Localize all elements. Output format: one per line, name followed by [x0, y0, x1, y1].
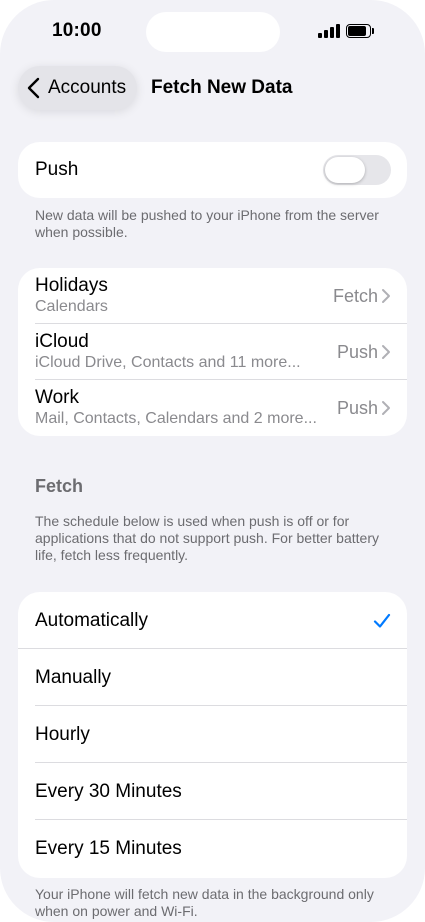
fetch-option-manually[interactable]: Manually	[18, 649, 407, 706]
toggle-knob	[325, 157, 365, 183]
account-row-holidays[interactable]: Holidays Calendars Fetch	[18, 268, 407, 324]
account-name: Work	[35, 387, 79, 408]
account-name: Holidays	[35, 275, 108, 296]
account-name: iCloud	[35, 331, 89, 352]
account-subtitle: Calendars	[35, 298, 108, 315]
push-label: Push	[35, 159, 79, 180]
fetch-option-label: Every 15 Minutes	[35, 837, 182, 859]
fetch-option-label: Every 30 Minutes	[35, 780, 182, 802]
fetch-footnote: Your iPhone will fetch new data in the b…	[35, 886, 374, 919]
chevron-right-icon	[382, 289, 390, 303]
fetch-options-card: Automatically Manually Hourly Every 30 M…	[18, 592, 407, 878]
push-card: Push	[18, 142, 407, 198]
account-fetch-value: Push	[336, 341, 378, 362]
fetch-option-every-15-minutes[interactable]: Every 15 Minutes	[18, 820, 407, 877]
chevron-left-icon	[27, 77, 40, 99]
chevron-right-icon	[382, 345, 390, 359]
cellular-signal-icon	[318, 24, 340, 38]
push-footnote: New data will be pushed to your iPhone f…	[35, 207, 379, 240]
account-row-work[interactable]: Work Mail, Contacts, Calendars and 2 mor…	[18, 380, 407, 436]
status-time: 10:00	[52, 20, 102, 41]
account-subtitle: Mail, Contacts, Calendars and 2 more...	[35, 410, 317, 427]
account-fetch-value: Push	[336, 397, 378, 418]
fetch-option-every-30-minutes[interactable]: Every 30 Minutes	[18, 763, 407, 820]
fetch-option-label: Hourly	[35, 723, 90, 745]
push-toggle[interactable]	[323, 155, 391, 185]
fetch-option-automatically[interactable]: Automatically	[18, 592, 407, 649]
fetch-option-label: Automatically	[35, 609, 148, 631]
fetch-description: The schedule below is used when push is …	[35, 513, 379, 563]
back-button-label: Accounts	[48, 77, 127, 98]
accounts-card: Holidays Calendars Fetch iCloud iCloud D…	[18, 268, 407, 436]
fetch-option-label: Manually	[35, 666, 112, 688]
battery-icon	[346, 24, 374, 38]
account-row-icloud[interactable]: iCloud iCloud Drive, Contacts and 11 mor…	[18, 324, 407, 380]
page-title: Fetch New Data	[151, 77, 293, 98]
account-fetch-value: Fetch	[332, 285, 378, 306]
fetch-section-header: Fetch	[35, 476, 84, 496]
fetch-option-hourly[interactable]: Hourly	[18, 706, 407, 763]
chevron-right-icon	[382, 401, 390, 415]
account-subtitle: iCloud Drive, Contacts and 11 more...	[35, 354, 301, 371]
back-button[interactable]: Accounts	[18, 66, 137, 110]
push-row: Push	[18, 142, 407, 198]
phone-screen: 10:00 Accounts Fetch New Data Push New d…	[0, 0, 425, 922]
dynamic-island	[146, 12, 280, 52]
checkmark-icon	[373, 613, 391, 629]
